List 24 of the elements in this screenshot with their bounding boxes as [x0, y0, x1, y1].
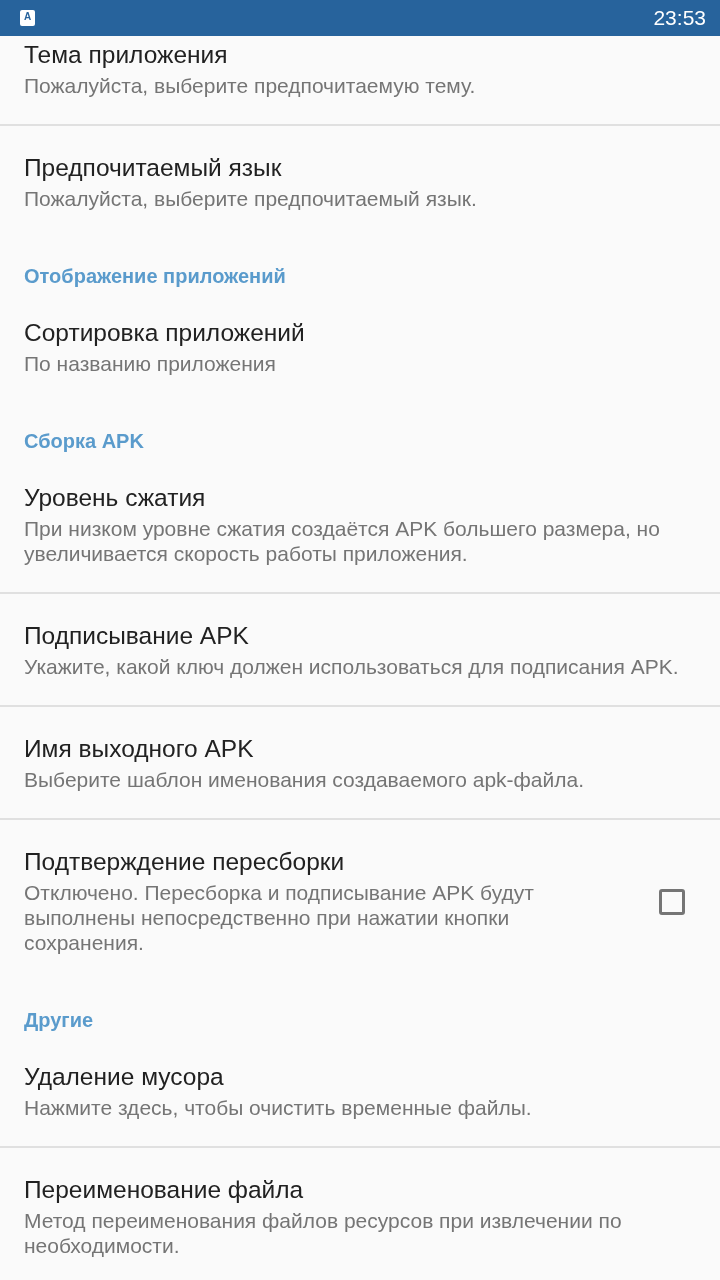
- setting-title[interactable]: Подтверждение пересборки: [24, 848, 595, 876]
- section-header: Отображение приложений: [23, 264, 287, 289]
- setting-title[interactable]: Удаление мусора: [24, 1063, 700, 1091]
- checkbox[interactable]: [659, 888, 685, 915]
- setting-summary: Пожалуйста, выберите предпочитаемую тему.: [24, 73, 477, 98]
- setting-summary: Пожалуйста, выберите предпочитаемый язык.: [24, 186, 478, 211]
- setting-title[interactable]: Сортировка приложений: [24, 319, 700, 347]
- setting-summary: При низком уровне сжатия создаётся APK большего размера, но увеличивается скорость работы приложения.: [24, 516, 661, 566]
- status-time: 23:53: [653, 6, 706, 30]
- setting-title[interactable]: Переименование файла: [24, 1176, 700, 1204]
- app-notification-icon: A: [20, 10, 35, 26]
- setting-title[interactable]: Тема приложения: [24, 41, 700, 69]
- setting-summary: Выберите шаблон именования создаваемого apk-файла.: [24, 767, 586, 792]
- setting-title[interactable]: Имя выходного APK: [24, 735, 700, 763]
- section-header: Сборка APK: [23, 429, 145, 454]
- setting-summary: Отключено. Пересборка и подписывание APK будут выполнены непосредственно при нажатии кнопки сохранения.: [24, 880, 535, 955]
- setting-summary: По названию приложения: [24, 351, 277, 376]
- setting-title[interactable]: Уровень сжатия: [24, 484, 700, 512]
- setting-title[interactable]: Подписывание APK: [24, 622, 700, 650]
- setting-summary: Метод переименования файлов ресурсов при извлечении по необходимости.: [24, 1208, 623, 1258]
- setting-summary: Нажмите здесь, чтобы очистить временные файлы.: [24, 1095, 533, 1120]
- setting-summary: Укажите, какой ключ должен использоваться для подписания APK.: [24, 654, 680, 679]
- setting-title[interactable]: Предпочитаемый язык: [24, 154, 700, 182]
- section-header: Другие: [23, 1008, 95, 1033]
